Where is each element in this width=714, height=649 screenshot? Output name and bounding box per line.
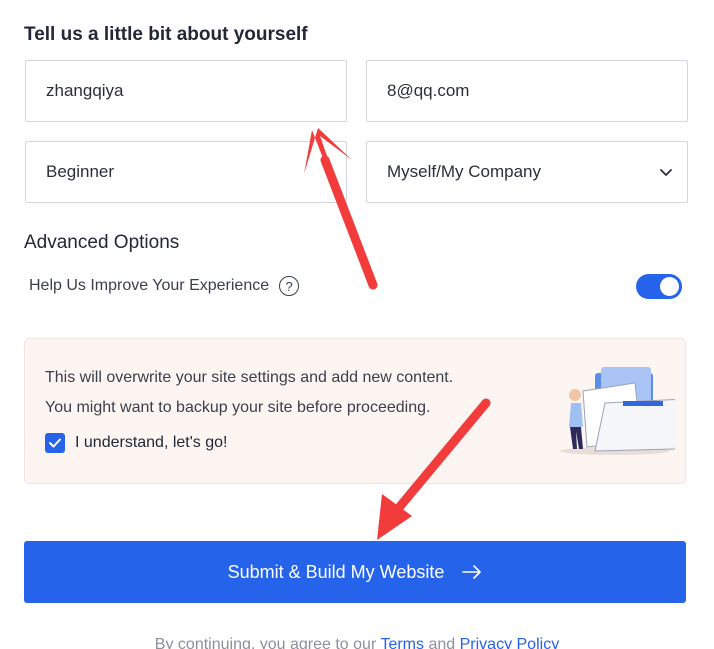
email-input[interactable]: [387, 81, 687, 101]
name-input[interactable]: [46, 81, 346, 101]
help-icon[interactable]: ?: [279, 276, 300, 296]
experience-level-input[interactable]: [46, 162, 346, 182]
terms-prefix: By continuing, you agree to our: [154, 636, 377, 649]
site-for-select[interactable]: Myself/My Company: [366, 141, 688, 203]
understand-checkbox[interactable]: [45, 433, 65, 453]
chevron-down-icon: [660, 169, 672, 176]
improve-experience-label: Help Us Improve Your Experience: [29, 277, 270, 294]
toggle-knob: [660, 277, 679, 296]
advanced-options-title: Advanced Options: [24, 232, 180, 253]
overwrite-notice: This will overwrite your site settings a…: [24, 338, 686, 484]
improve-experience-toggle[interactable]: [636, 274, 682, 299]
understand-checkbox-row[interactable]: I understand, let's go!: [45, 433, 227, 453]
terms-and: and: [428, 636, 456, 649]
section-heading: Tell us a little bit about yourself: [24, 24, 308, 45]
email-field[interactable]: [366, 60, 688, 122]
terms-notice: By continuing, you agree to our Terms an…: [0, 636, 714, 649]
notice-line-1: This will overwrite your site settings a…: [45, 369, 454, 386]
privacy-policy-link[interactable]: Privacy Policy: [460, 636, 560, 649]
understand-checkbox-label: I understand, let's go!: [75, 434, 228, 451]
arrow-right-icon: [462, 565, 482, 579]
submit-button-label: Submit & Build My Website: [227, 561, 445, 582]
site-for-selected-value: Myself/My Company: [387, 162, 541, 181]
terms-link[interactable]: Terms: [380, 636, 424, 649]
folder-person-illustration: [560, 367, 675, 455]
notice-line-2: You might want to backup your site befor…: [45, 399, 431, 416]
name-field[interactable]: [25, 60, 347, 122]
check-icon: [49, 438, 61, 448]
experience-level-field[interactable]: [25, 141, 347, 203]
improve-experience-row: Help Us Improve Your Experience ?: [29, 276, 300, 296]
submit-build-button[interactable]: Submit & Build My Website: [24, 541, 686, 603]
